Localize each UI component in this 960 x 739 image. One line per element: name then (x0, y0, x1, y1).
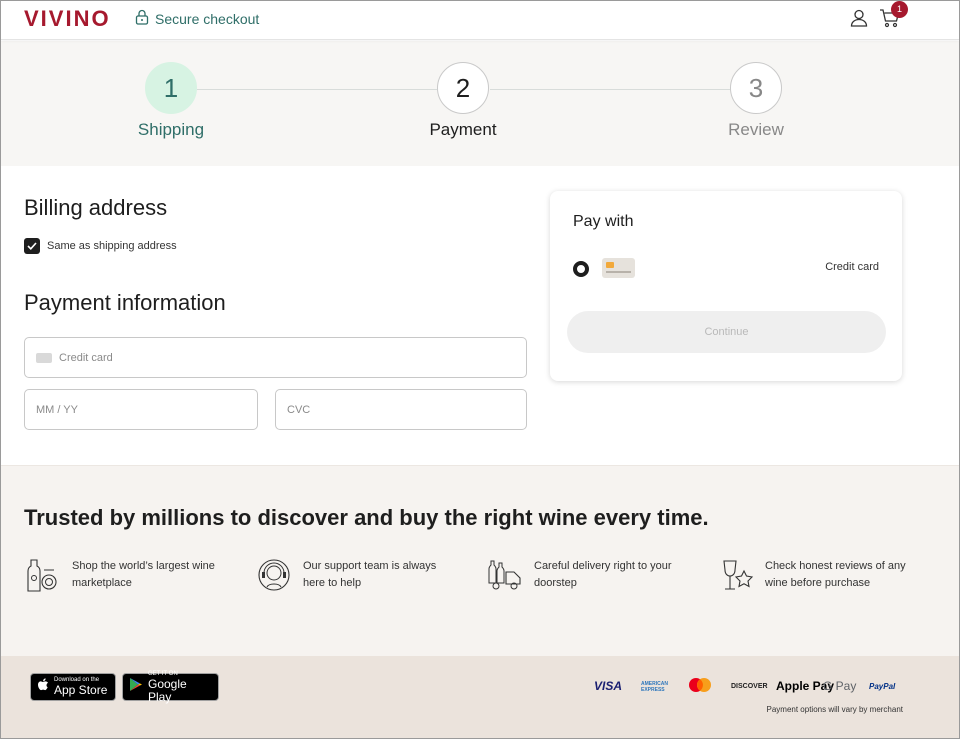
card-number-field[interactable]: Credit card (24, 337, 527, 378)
billing-address-heading: Billing address (24, 195, 168, 220)
wine-bottles-icon (26, 558, 61, 593)
top-header: VIVINO Secure checkout 1 (1, 1, 959, 40)
delivery-truck-icon (488, 558, 523, 593)
footer: Download on the App Store GET IT ON Goog… (1, 656, 959, 738)
credit-card-method-label: Credit card (825, 261, 879, 273)
feature-support: Our support team is always here to help (257, 558, 448, 593)
credit-card-icon (602, 258, 635, 278)
lock-icon (135, 9, 149, 28)
vivino-logo[interactable]: VIVINO (24, 6, 111, 32)
cvc-field[interactable]: CVC (275, 389, 527, 430)
app-store-big-text: App Store (54, 683, 108, 697)
card-number-placeholder: Credit card (59, 351, 113, 364)
discover-logo: DISCOVER (731, 683, 768, 690)
amex-logo: AMERICAN EXPRESS (641, 681, 668, 693)
secure-checkout: Secure checkout (135, 9, 259, 28)
step-review: 3 Review (691, 62, 821, 140)
app-store-button[interactable]: Download on the App Store (30, 673, 116, 701)
google-play-icon (129, 677, 143, 697)
apple-icon (37, 677, 49, 697)
feature-reviews: Check honest reviews of any wine before … (719, 558, 910, 593)
payment-options-note: Payment options will vary by merchant (766, 705, 904, 714)
step-label: Payment (429, 120, 497, 139)
step-number: 3 (730, 62, 782, 114)
google-play-big-text: Google Play (148, 676, 187, 704)
step-payment: 2 Payment (398, 62, 528, 140)
feature-text: Our support team is always here to help (303, 560, 437, 589)
cvc-placeholder: CVC (287, 403, 311, 416)
credit-card-radio[interactable] (573, 261, 589, 277)
feature-text: Careful delivery right to your doorstep (534, 560, 672, 589)
app-store-text: Download on the App Store (54, 677, 107, 697)
step-number: 1 (145, 62, 197, 114)
same-as-shipping-label: Same as shipping address (47, 240, 177, 252)
step-label: Review (728, 120, 784, 139)
expiry-placeholder: MM / YY (36, 403, 78, 416)
expiry-field[interactable]: MM / YY (24, 389, 258, 430)
checkmark-icon (27, 242, 37, 250)
checkout-steps: 1 Shipping 2 Payment 3 Review (1, 41, 959, 166)
step-number: 2 (437, 62, 489, 114)
step-label: Shipping (137, 120, 205, 139)
support-agent-icon (257, 558, 292, 593)
feature-text: Shop the world’s largest wine marketplac… (72, 560, 215, 589)
feature-marketplace: Shop the world’s largest wine marketplac… (26, 558, 217, 593)
step-shipping[interactable]: 1 Shipping (106, 62, 236, 140)
mastercard-logo (688, 677, 712, 693)
paypal-logo: PayPal (869, 682, 896, 691)
user-icon[interactable] (849, 8, 869, 28)
pay-with-card: Pay with Credit card Continue (550, 191, 902, 381)
pay-with-title: Pay with (573, 213, 634, 230)
wine-glass-star-icon (719, 558, 754, 593)
payment-information-heading: Payment information (24, 290, 226, 315)
same-as-shipping-checkbox[interactable] (24, 238, 40, 254)
trust-heading: Trusted by millions to discover and buy … (24, 505, 709, 530)
feature-delivery: Careful delivery right to your doorstep (488, 558, 679, 593)
google-play-button[interactable]: GET IT ON Google Play (122, 671, 219, 704)
secure-checkout-label: Secure checkout (155, 10, 260, 27)
google-pay-logo: G Pay (823, 679, 857, 693)
same-as-shipping-row[interactable]: Same as shipping address (24, 238, 177, 254)
credit-card-icon (36, 352, 52, 363)
checkout-page: VIVINO Secure checkout 1 1 Shipping 2 Pa… (0, 0, 960, 739)
trust-section: Trusted by millions to discover and buy … (1, 465, 959, 657)
google-play-text: GET IT ON Google Play (148, 671, 212, 704)
visa-logo: VISA (594, 679, 623, 693)
continue-button[interactable]: Continue (567, 311, 886, 353)
feature-text: Check honest reviews of any wine before … (765, 560, 906, 589)
cart-count-badge: 1 (891, 1, 908, 18)
